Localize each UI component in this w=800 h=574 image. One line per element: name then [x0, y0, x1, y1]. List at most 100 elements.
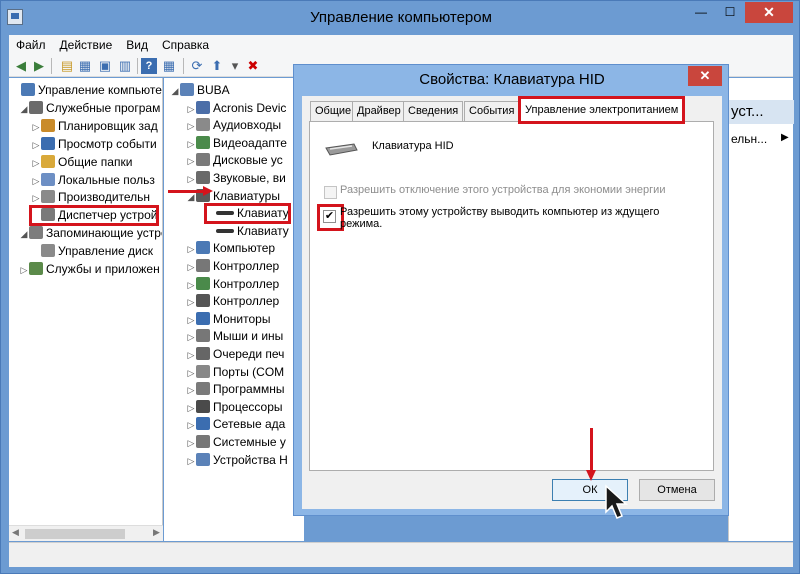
device-tree-item[interactable]: ▷ Контроллер: [186, 276, 279, 293]
minimize-button[interactable]: —: [687, 2, 715, 23]
tree-item[interactable]: ◢ Служебные програм: [19, 100, 160, 117]
device-tree-item[interactable]: ▷ Устройства H: [186, 452, 288, 469]
expand-arrow-icon[interactable]: ▷: [19, 262, 29, 279]
properties-icon[interactable]: ▦: [161, 58, 177, 74]
maximize-button[interactable]: ☐: [716, 2, 744, 23]
scroll-thumb[interactable]: [25, 529, 125, 539]
device-tree-item[interactable]: ▷ Контроллер: [186, 293, 279, 310]
device-tree-item[interactable]: ▷ Программны: [186, 381, 284, 398]
update-driver-icon[interactable]: ⬆: [209, 58, 225, 74]
chevron-right-icon[interactable]: ▶: [781, 132, 789, 143]
expand-arrow-icon[interactable]: ▷: [186, 382, 196, 399]
tree-item[interactable]: ▷ Службы и приложен: [19, 261, 160, 278]
menu-file[interactable]: Файл: [9, 35, 53, 52]
disable-device-icon[interactable]: ▾: [227, 58, 243, 74]
tree-item[interactable]: Управление диск: [31, 243, 153, 260]
tab-events[interactable]: События: [464, 101, 520, 121]
expand-arrow-icon[interactable]: ▷: [186, 400, 196, 417]
up-folder-icon[interactable]: ▤: [59, 58, 75, 74]
expand-arrow-icon[interactable]: ▷: [186, 329, 196, 346]
expand-arrow-icon[interactable]: ▷: [186, 241, 196, 258]
dialog-close-button[interactable]: ✕: [688, 66, 722, 86]
export-icon[interactable]: ▥: [117, 58, 133, 74]
expand-arrow-icon[interactable]: ▷: [186, 312, 196, 329]
show-tree-icon[interactable]: ▦: [77, 58, 93, 74]
expand-arrow-icon[interactable]: ▷: [186, 171, 196, 188]
expand-arrow-icon[interactable]: ◢: [19, 101, 29, 118]
horizontal-scrollbar[interactable]: ◀ ▶: [9, 525, 163, 541]
expand-arrow-icon[interactable]: ▷: [31, 173, 41, 190]
menu-help[interactable]: Справка: [155, 35, 216, 52]
device-tree-item[interactable]: Клавиату: [204, 203, 291, 225]
device-tree-item[interactable]: ▷ Видеоадапте: [186, 135, 287, 152]
expand-arrow-icon[interactable]: ▷: [31, 190, 41, 207]
disk-drive-icon: [196, 153, 210, 167]
toolbar-separator: [51, 58, 52, 74]
device-tree-item[interactable]: ▷ Порты (COM: [186, 364, 284, 381]
menu-view[interactable]: Вид: [119, 35, 155, 52]
back-arrow-icon[interactable]: ◀: [13, 58, 29, 74]
expand-arrow-icon[interactable]: ▷: [186, 453, 196, 470]
tree-item[interactable]: Управление компьютер: [11, 82, 162, 99]
expand-arrow-icon[interactable]: ▷: [186, 435, 196, 452]
device-tree-item[interactable]: ▷ Процессоры: [186, 399, 283, 416]
expand-arrow-icon[interactable]: ▷: [31, 119, 41, 136]
device-tree-item[interactable]: ◢ BUBA: [170, 82, 230, 99]
tab-general[interactable]: Общие: [310, 101, 357, 121]
tree-item[interactable]: ◢ Запоминающие устро: [19, 225, 162, 243]
device-tree-item[interactable]: ▷ Компьютер: [186, 240, 275, 257]
allow-power-off-checkbox[interactable]: [324, 186, 337, 199]
device-tree-item[interactable]: ▷ Очереди печ: [186, 346, 284, 363]
device-tree-item[interactable]: ▷ Дисковые ус: [186, 152, 283, 169]
device-tree-item[interactable]: Клавиату: [206, 223, 289, 240]
expand-arrow-icon[interactable]: ▷: [186, 277, 196, 294]
help-icon[interactable]: ?: [141, 58, 157, 74]
device-tree-label: Клавиату: [237, 206, 289, 221]
expand-arrow-icon[interactable]: ▷: [186, 259, 196, 276]
allow-wake-highlight: ✔: [317, 204, 344, 231]
uninstall-device-icon[interactable]: ✖: [245, 58, 261, 74]
tab-details[interactable]: Сведения: [403, 101, 464, 121]
expand-arrow-icon[interactable]: ▷: [186, 417, 196, 434]
tree-item[interactable]: Диспетчер устрой: [28, 205, 160, 227]
device-tree-item[interactable]: ▷ Звуковые, ви: [186, 170, 286, 187]
device-tree-item[interactable]: ▷ Аудиовходы: [186, 117, 281, 134]
tree-item[interactable]: ▷ Просмотр событи: [31, 136, 157, 153]
tree-item-label: Общие папки: [58, 154, 133, 169]
expand-arrow-icon[interactable]: ▷: [186, 365, 196, 382]
cancel-button[interactable]: Отмена: [639, 479, 715, 501]
close-button[interactable]: ✕: [745, 2, 793, 23]
tree-item[interactable]: ▷ Планировщик зад: [31, 118, 158, 135]
device-tree-item[interactable]: ▷ Системные у: [186, 434, 286, 451]
menu-action[interactable]: Действие: [53, 35, 120, 52]
video-icon: [196, 135, 210, 149]
tab-driver[interactable]: Драйвер: [352, 101, 406, 121]
device-tree-item[interactable]: ▷ Мониторы: [186, 311, 270, 328]
tab-power-management[interactable]: Управление электропитанием: [517, 96, 686, 124]
expand-arrow-icon[interactable]: ◢: [19, 226, 29, 243]
allow-wake-checkbox[interactable]: ✔: [323, 210, 336, 223]
device-tree-item[interactable]: ▷ Контроллер: [186, 258, 279, 275]
expand-arrow-icon[interactable]: ◢: [170, 83, 180, 100]
tree-item[interactable]: ▷ Общие папки: [31, 154, 132, 171]
scan-hardware-icon[interactable]: ⟳: [189, 58, 205, 74]
tree-item[interactable]: ▷ Производительн: [31, 189, 150, 206]
expand-arrow-icon[interactable]: ▷: [186, 101, 196, 118]
actions-item[interactable]: ельн...: [731, 132, 767, 146]
expand-arrow-icon[interactable]: ▷: [31, 137, 41, 154]
scroll-right-icon[interactable]: ▶: [153, 527, 160, 538]
expand-arrow-icon[interactable]: ▷: [186, 153, 196, 170]
expand-arrow-icon[interactable]: ▷: [31, 155, 41, 172]
tree-item[interactable]: ▷ Локальные польз: [31, 172, 155, 189]
expand-arrow-icon[interactable]: ▷: [186, 347, 196, 364]
refresh-icon[interactable]: ▣: [97, 58, 113, 74]
device-tree-item[interactable]: ▷ Acronis Devic: [186, 100, 286, 117]
expand-arrow-icon[interactable]: ▷: [186, 136, 196, 153]
expand-arrow-icon[interactable]: ▷: [186, 294, 196, 311]
scroll-left-icon[interactable]: ◀: [12, 527, 19, 538]
device-tree-item[interactable]: ▷ Мыши и ины: [186, 328, 283, 345]
forward-arrow-icon[interactable]: ▶: [31, 58, 47, 74]
device-tree-item[interactable]: ▷ Сетевые ада: [186, 416, 285, 433]
device-tree-label: Порты (COM: [213, 364, 285, 379]
expand-arrow-icon[interactable]: ▷: [186, 118, 196, 135]
